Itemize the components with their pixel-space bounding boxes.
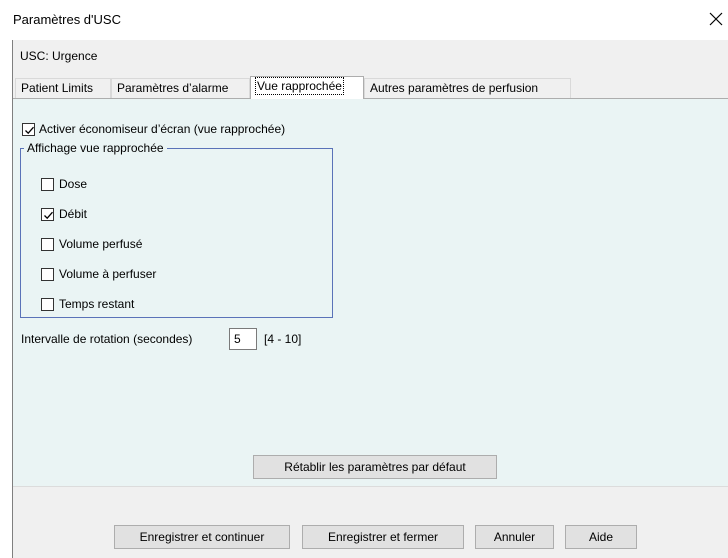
volume-infused-label: Volume perfusé <box>59 237 143 251</box>
help-label: Aide <box>588 530 614 544</box>
dose-checkbox[interactable] <box>41 178 54 191</box>
rotation-range-label: [4 - 10] <box>264 332 302 346</box>
tab-panel: Activer économiseur d’écran (vue rapproc… <box>13 99 728 486</box>
tab-close-view[interactable]: Vue rapprochée <box>250 76 364 99</box>
close-icon <box>709 12 723 26</box>
help-button[interactable]: Aide <box>565 525 637 549</box>
cancel-label: Annuler <box>493 530 536 544</box>
save-continue-button[interactable]: Enregistrer et continuer <box>114 525 290 549</box>
close-view-display-group: Affichage vue rapprochée Dose Débit Volu… <box>20 141 333 318</box>
save-continue-label: Enregistrer et continuer <box>139 530 265 544</box>
group-legend: Affichage vue rapprochée <box>24 141 167 155</box>
window-title: Paramètres d'USC <box>13 12 121 27</box>
tab-other-infusion-settings[interactable]: Autres paramètres de perfusion <box>364 78 571 98</box>
rotation-interval-label: Intervalle de rotation (secondes) <box>21 332 193 346</box>
volume-to-infuse-label: Volume à perfuser <box>59 267 157 281</box>
cancel-button[interactable]: Annuler <box>475 525 554 549</box>
reset-defaults-button[interactable]: Rétablir les paramètres par défaut <box>253 455 497 479</box>
save-close-label: Enregistrer et fermer <box>327 530 439 544</box>
screensaver-checkbox[interactable] <box>22 123 35 136</box>
time-remaining-checkbox[interactable] <box>41 298 54 311</box>
reset-defaults-label: Rétablir les paramètres par défaut <box>284 460 466 474</box>
dialog-body: USC: Urgence Patient Limits Paramètres d… <box>13 40 728 558</box>
volume-to-infuse-checkbox[interactable] <box>41 268 54 281</box>
title-bar: Paramètres d'USC <box>0 0 728 40</box>
tab-strip: Patient Limits Paramètres d’alarme Vue r… <box>13 76 728 99</box>
rotation-interval-input[interactable]: 5 <box>229 328 257 350</box>
time-remaining-label: Temps restant <box>59 297 135 311</box>
tab-label: Patient Limits <box>21 81 94 95</box>
close-button[interactable] <box>704 6 728 32</box>
rate-checkbox[interactable] <box>41 208 54 221</box>
tab-label: Autres paramètres de perfusion <box>370 81 539 95</box>
panel-divider <box>13 486 728 487</box>
usc-label: USC: Urgence <box>20 49 98 63</box>
tab-patient-limits[interactable]: Patient Limits <box>15 78 111 98</box>
tab-alarm-settings[interactable]: Paramètres d’alarme <box>111 78 250 98</box>
dose-label: Dose <box>59 177 88 191</box>
rate-label: Débit <box>59 207 88 221</box>
checkmark-icon <box>25 126 34 135</box>
save-close-button[interactable]: Enregistrer et fermer <box>302 525 464 549</box>
tab-label: Vue rapprochée <box>255 77 344 95</box>
screensaver-label: Activer économiseur d’écran (vue rapproc… <box>39 122 286 136</box>
tab-label: Paramètres d’alarme <box>117 81 229 95</box>
settings-dialog: Paramètres d'USC USC: Urgence Patient Li… <box>0 0 728 558</box>
volume-infused-checkbox[interactable] <box>41 238 54 251</box>
checkmark-icon <box>44 211 53 220</box>
